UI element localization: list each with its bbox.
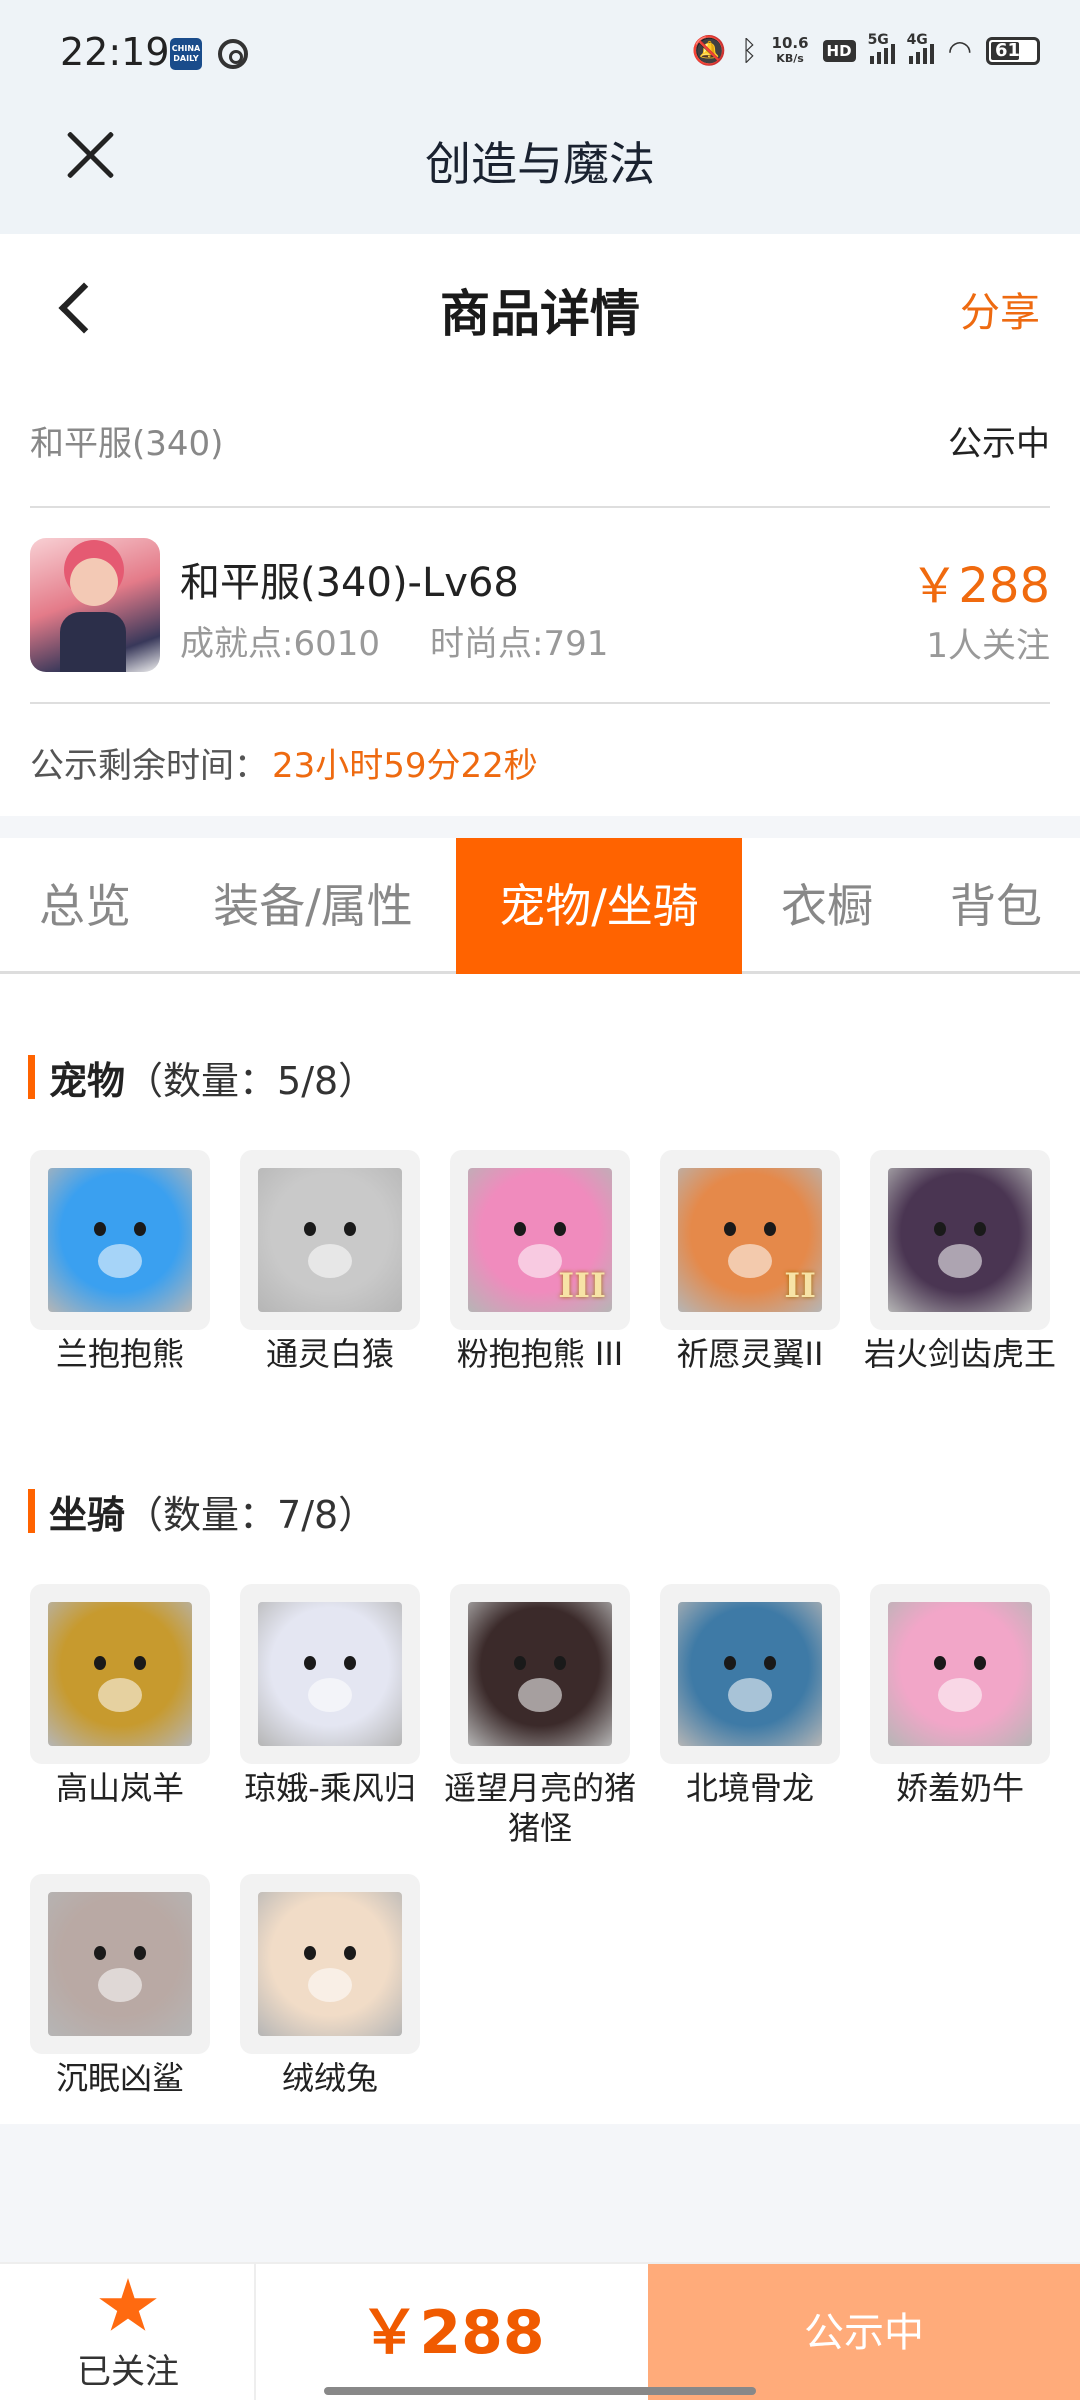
remaining-time-value: 23小时59分22秒 — [272, 746, 538, 786]
sabertooth-pet-icon — [870, 1150, 1050, 1330]
bottom-action-bar: 已关注 ￥288 公示中 — [0, 2262, 1080, 2400]
list-item[interactable]: 通灵白猿 — [240, 1150, 420, 1374]
level-badge: II — [784, 1266, 816, 1306]
hd-icon: HD — [822, 39, 856, 62]
china-daily-icon: CHINA DAILY — [170, 38, 202, 70]
list-item[interactable]: 沉眠凶鲨 — [30, 1874, 210, 2098]
achievement-points: 成就点:6010 — [180, 624, 380, 664]
listing-status: 公示中 — [948, 424, 1050, 464]
status-action-button[interactable]: 公示中 — [648, 2264, 1080, 2400]
battery-icon: 61 — [986, 36, 1040, 65]
wifi-icon: ◠ — [947, 34, 972, 67]
bottom-price: ￥288 — [359, 2298, 545, 2368]
mute-bell-icon: 🔕 — [691, 34, 727, 67]
item-name: 娇羞奶牛 — [895, 1769, 1024, 1807]
list-item[interactable]: 绒绒兔 — [240, 1874, 420, 2098]
fluffy-rabbit-mount-icon — [240, 1874, 420, 2054]
eagle-pet-icon: II — [660, 1150, 840, 1330]
follow-button[interactable]: 已关注 — [0, 2264, 256, 2400]
star-icon — [99, 2278, 157, 2331]
tab-overview[interactable]: 总览 — [0, 838, 170, 974]
tab-backpack[interactable]: 背包 — [912, 838, 1080, 974]
list-item[interactable]: 高山岚羊 — [30, 1584, 210, 1808]
page-title: 商品详情 — [440, 285, 640, 343]
list-item[interactable]: 遥望月亮的猪猪怪 — [444, 1584, 636, 1848]
share-button[interactable]: 分享 — [960, 280, 1040, 338]
pets-mounts-panel: 宠物 （数量：5/8） 兰抱抱熊 通灵白猿 III 粉抱抱熊 III II 祈愿灵翼II 岩… — [0, 974, 1080, 2124]
network-speed: 10.6 KB/s — [771, 33, 809, 65]
shy-cow-mount-icon — [870, 1584, 1050, 1764]
status-icons: 🔕 ᛒ 10.6 KB/s HD 5G 4G ◠ 61 — [691, 32, 1040, 67]
character-name: 和平服(340)-Lv68 — [180, 560, 519, 606]
moon-fairy-mount-icon — [240, 1584, 420, 1764]
item-name: 兰抱抱熊 — [55, 1335, 184, 1373]
home-indicator[interactable] — [324, 2387, 756, 2395]
signal-4g-icon: 4G — [907, 32, 934, 64]
remaining-time-label: 公示剩余时间： — [30, 746, 268, 786]
mountain-goat-mount-icon — [30, 1584, 210, 1764]
pets-section-title: 宠物 （数量：5/8） — [28, 1052, 376, 1103]
mounts-section-title: 坐骑 （数量：7/8） — [28, 1486, 376, 1537]
list-item[interactable]: 北境骨龙 — [660, 1584, 840, 1808]
app-header: 22:19 CHINA DAILY 🔕 ᛒ 10.6 KB/s HD 5G 4G … — [0, 0, 1080, 234]
black-pig-mount-icon — [450, 1584, 630, 1764]
list-item[interactable]: 岩火剑齿虎王 — [864, 1150, 1056, 1374]
tab-wardrobe[interactable]: 衣橱 — [742, 838, 912, 974]
shark-mount-icon — [30, 1874, 210, 2054]
list-item[interactable]: 娇羞奶牛 — [870, 1584, 1050, 1808]
character-avatar — [30, 538, 160, 672]
item-name: 北境骨龙 — [685, 1769, 814, 1807]
listing-price: ￥288 — [910, 558, 1050, 614]
app-notification-icon — [218, 39, 248, 69]
list-item[interactable]: III 粉抱抱熊 III — [450, 1150, 630, 1374]
listing-card: 商品详情 分享 和平服(340) 公示中 和平服(340)-Lv68 成就点:6… — [0, 234, 1080, 816]
pink-bear-pet-icon: III — [450, 1150, 630, 1330]
level-badge: III — [558, 1266, 606, 1306]
list-item[interactable]: 琼娥-乘风归 — [240, 1584, 420, 1808]
blue-bear-pet-icon — [30, 1150, 210, 1330]
signal-5g-icon: 5G — [868, 32, 895, 64]
follow-label: 已关注 — [77, 2352, 179, 2392]
item-name: 岩火剑齿虎王 — [863, 1335, 1056, 1373]
divider — [30, 506, 1050, 508]
tab-equipment[interactable]: 装备/属性 — [170, 838, 456, 974]
divider — [30, 702, 1050, 704]
tab-pets-mounts[interactable]: 宠物/坐骑 — [456, 838, 742, 974]
follower-count: 1人关注 — [926, 626, 1050, 666]
fashion-points: 时尚点:791 — [430, 624, 609, 664]
bone-dragon-mount-icon — [660, 1584, 840, 1764]
item-name: 祈愿灵翼II — [676, 1335, 824, 1373]
list-item[interactable]: II 祈愿灵翼II — [660, 1150, 840, 1374]
item-name: 粉抱抱熊 III — [456, 1335, 624, 1373]
server-name: 和平服(340) — [30, 424, 224, 464]
item-name: 琼娥-乘风归 — [244, 1769, 416, 1807]
item-name: 遥望月亮的猪猪怪 — [443, 1769, 636, 1847]
list-item[interactable]: 兰抱抱熊 — [30, 1150, 210, 1374]
item-name: 绒绒兔 — [281, 2059, 378, 2097]
app-title: 创造与魔法 — [425, 137, 655, 191]
item-name: 高山岚羊 — [55, 1769, 184, 1807]
bluetooth-icon: ᛒ — [740, 34, 758, 67]
white-ape-pet-icon — [240, 1150, 420, 1330]
item-name: 通灵白猿 — [265, 1335, 394, 1373]
status-time: 22:19 — [60, 30, 170, 74]
item-name: 沉眠凶鲨 — [55, 2059, 184, 2097]
tab-bar: 总览 装备/属性 宠物/坐骑 衣橱 背包 — [0, 838, 1080, 974]
